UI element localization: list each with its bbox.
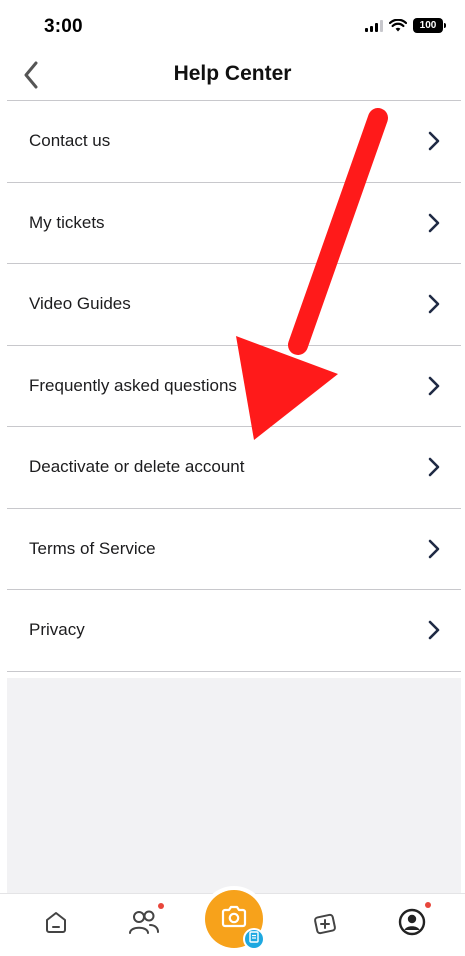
menu-item-label: My tickets: [29, 212, 105, 232]
add-card-icon: [309, 908, 339, 941]
status-time: 3:00: [44, 16, 83, 37]
status-icons: 100: [365, 18, 446, 33]
menu-item-my-tickets[interactable]: My tickets: [7, 183, 461, 264]
document-icon: [249, 930, 259, 948]
page-title: Help Center: [173, 62, 292, 85]
help-menu-list: Contact us My tickets Video Guides Frequ…: [7, 101, 461, 672]
tab-home[interactable]: [36, 904, 76, 944]
status-bar: 3:00 100: [0, 0, 465, 54]
menu-item-label: Privacy: [29, 620, 85, 640]
menu-item-privacy[interactable]: Privacy: [7, 590, 461, 672]
chevron-right-icon: [427, 457, 441, 477]
menu-item-deactivate-account[interactable]: Deactivate or delete account: [7, 427, 461, 509]
menu-item-video-guides[interactable]: Video Guides: [7, 264, 461, 346]
chevron-right-icon: [427, 131, 441, 151]
friends-icon: [128, 908, 160, 941]
tab-profile[interactable]: [392, 902, 432, 944]
menu-item-label: Video Guides: [29, 294, 131, 314]
tab-friends[interactable]: [124, 903, 164, 944]
battery-icon: 100: [413, 18, 446, 33]
menu-item-faq[interactable]: Frequently asked questions: [7, 346, 461, 427]
scan-badge: [243, 928, 265, 950]
chevron-right-icon: [427, 376, 441, 396]
profile-icon: [398, 908, 426, 941]
battery-level: 100: [419, 20, 437, 31]
chevron-right-icon: [427, 213, 441, 233]
wifi-icon: [389, 19, 407, 32]
menu-item-label: Terms of Service: [29, 538, 156, 558]
tab-add-card[interactable]: [304, 904, 344, 944]
help-center-screen: 3:00 100 Help Center Contact us My ticke…: [0, 0, 465, 956]
chevron-right-icon: [427, 294, 441, 314]
notification-dot: [158, 903, 164, 909]
camera-icon: [220, 905, 248, 934]
menu-item-label: Contact us: [29, 131, 111, 151]
menu-item-contact-us[interactable]: Contact us: [7, 101, 461, 183]
chevron-right-icon: [427, 620, 441, 640]
notification-dot: [425, 902, 431, 908]
home-icon: [43, 909, 69, 940]
empty-content-area: [7, 678, 461, 893]
signal-icon: [365, 19, 383, 32]
menu-item-terms-of-service[interactable]: Terms of Service: [7, 509, 461, 590]
chevron-right-icon: [427, 539, 441, 559]
menu-item-label: Frequently asked questions: [29, 375, 237, 395]
header: Help Center: [0, 54, 465, 100]
menu-item-label: Deactivate or delete account: [29, 457, 245, 477]
camera-button[interactable]: [205, 890, 265, 950]
